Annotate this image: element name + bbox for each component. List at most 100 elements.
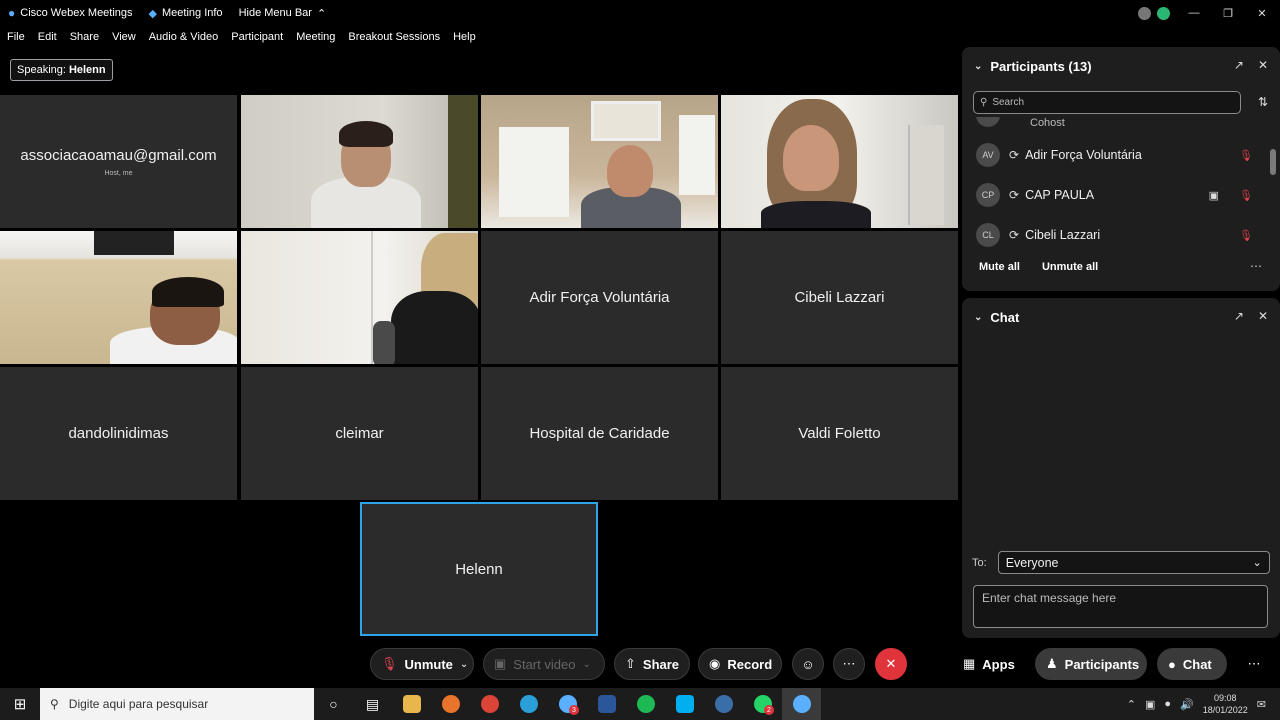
menu-audio-video[interactable]: Audio & Video [149,31,219,43]
close-icon: ✕ [885,656,897,671]
close-icon[interactable]: ✕ [1258,309,1268,323]
participant-video [481,95,718,228]
whatsapp-icon[interactable]: 2 [743,688,782,720]
mic-muted-icon[interactable]: 🎙 [1239,149,1253,162]
reactions-button[interactable]: ☺ [792,648,824,680]
close-icon[interactable]: ✕ [1258,58,1268,72]
share-icon: ⇧ [625,656,636,671]
record-button[interactable]: ◉ Record [698,648,782,680]
apps-button[interactable]: ▦ Apps [952,648,1024,680]
end-call-button[interactable]: ✕ [875,648,907,680]
cortana-icon[interactable]: ○ [314,688,353,720]
video-tile-avatar[interactable]: cleimar [241,367,478,500]
chat-message-input[interactable]: Enter chat message here [973,585,1268,628]
pop-out-icon[interactable]: ↗ [1234,58,1244,72]
meeting-info-button[interactable]: ◆ Meeting Info [149,7,223,20]
video-tile-host[interactable]: associacaoamau@gmail.com Host, me [0,95,237,228]
windows-taskbar: ⊞ ⚲ Digite aqui para pesquisar ○ ▤ 3 2 ⌃… [0,688,1280,720]
video-tile-camera[interactable] [481,95,718,228]
participant-row[interactable]: CP ⟳ CAP PAULA ▣ 🎙 [976,182,1266,208]
scrollbar-thumb[interactable] [1270,149,1276,175]
clock[interactable]: 09:08 18/01/2022 [1203,692,1248,716]
menu-breakout-sessions[interactable]: Breakout Sessions [348,31,440,43]
participant-row[interactable]: CL ⟳ Cibeli Lazzari 🎙 [976,222,1266,248]
video-tile-camera[interactable] [241,231,478,364]
participant-search-input[interactable]: ⚲ Search [973,91,1241,114]
windows-start-icon[interactable]: ⊞ [0,695,40,713]
to-label: To: [972,556,987,569]
minimize-icon[interactable]: — [1184,7,1204,19]
volume-icon[interactable]: 🔊 [1180,698,1194,711]
chevron-down-icon: ⌄ [459,658,469,670]
mic-muted-icon[interactable]: 🎙 [1239,229,1253,242]
video-tile-camera[interactable] [721,95,958,228]
network-health-icon[interactable] [1157,6,1170,20]
avatar: AV [976,143,1000,167]
notifications-icon[interactable]: ✉ [1257,698,1266,711]
participant-row[interactable]: AV ⟳ Adir Força Voluntária 🎙 [976,142,1266,168]
participant-list: Cohost AV ⟳ Adir Força Voluntária 🎙 CP ⟳… [962,117,1268,257]
video-tile-avatar[interactable]: dandolinidimas [0,367,237,500]
video-tile-avatar[interactable]: Hospital de Caridade [481,367,718,500]
share-button[interactable]: ⇧ Share [614,648,690,680]
skype-icon[interactable] [665,688,704,720]
participants-header[interactable]: ⌄ Participants (13) [974,59,1092,74]
word-icon[interactable] [587,688,626,720]
video-tile-avatar[interactable]: Valdi Foletto [721,367,958,500]
hide-menu-bar-button[interactable]: Hide Menu Bar ⌃ [239,7,327,20]
network-icon[interactable]: ▣ [1145,698,1155,711]
webex-meetings-icon[interactable] [704,688,743,720]
pop-out-icon[interactable]: ↗ [1234,309,1244,323]
chevron-up-icon[interactable]: ⌃ [1127,698,1136,711]
mute-all-button[interactable]: Mute all [979,261,1020,273]
close-icon[interactable]: ✕ [1252,7,1272,20]
avatar [976,117,1000,127]
chevron-down-icon: ⌄ [1252,557,1262,569]
firefox-icon[interactable] [431,688,470,720]
chat-button[interactable]: ● Chat [1157,648,1227,680]
title-bar: ● Cisco Webex Meetings ◆ Meeting Info Hi… [0,0,1280,26]
menu-participant[interactable]: Participant [231,31,283,43]
unmute-all-button[interactable]: Unmute all [1042,261,1098,273]
file-explorer-icon[interactable] [392,688,431,720]
menu-share[interactable]: Share [70,31,99,43]
video-tile-camera[interactable] [0,231,237,364]
start-video-button[interactable]: ▣ Start video ⌄ [483,648,605,680]
video-tile-avatar[interactable]: Cibeli Lazzari [721,231,958,364]
apps-icon: ▦ [963,656,976,671]
search-icon: ⚲ [980,97,988,108]
participants-button[interactable]: ♟ Participants [1035,648,1147,680]
chat-recipient-select[interactable]: Everyone ⌄ [997,551,1270,574]
chrome-icon[interactable] [470,688,509,720]
more-options-button[interactable]: ⋯ [833,648,865,680]
shield-icon: ◆ [148,7,158,20]
taskbar-search-input[interactable]: ⚲ Digite aqui para pesquisar [40,688,314,720]
webex-active-icon[interactable] [782,688,821,720]
participant-scrollbar[interactable] [1270,121,1276,257]
more-options-button[interactable]: ⋯ [1238,648,1270,680]
unmute-button[interactable]: 🎙 Unmute ⌄ [370,648,474,680]
webex-tray-icon[interactable]: ● [1164,698,1171,710]
video-tile-camera[interactable] [241,95,478,228]
restore-icon[interactable]: ❐ [1218,7,1238,20]
task-view-icon[interactable]: ▤ [353,688,392,720]
sort-icon[interactable]: ⇅ [1258,95,1268,109]
menu-meeting[interactable]: Meeting [296,31,335,43]
menu-view[interactable]: View [112,31,136,43]
edge-icon[interactable] [509,688,548,720]
spotify-icon[interactable] [626,688,665,720]
menu-help[interactable]: Help [453,31,476,43]
menu-edit[interactable]: Edit [38,31,57,43]
app-title: ● Cisco Webex Meetings [8,6,133,20]
chat-header[interactable]: ⌄ Chat [974,310,1019,325]
webex-app-icon[interactable]: 3 [548,688,587,720]
menu-file[interactable]: File [7,31,25,43]
video-camera-icon[interactable]: ▣ [1209,189,1219,202]
mic-muted-icon[interactable]: 🎙 [1239,189,1253,202]
mic-muted-icon: 🎙 [381,656,398,671]
connection-icon[interactable] [1138,6,1151,20]
video-tile-avatar[interactable]: Adir Força Voluntária [481,231,718,364]
active-speaker-tile[interactable]: Helenn [360,502,598,636]
more-options-icon[interactable]: ⋯ [1250,259,1262,273]
participants-panel: ⌄ Participants (13) ↗ ✕ ⚲ Search ⇅ Cohos… [962,47,1280,291]
